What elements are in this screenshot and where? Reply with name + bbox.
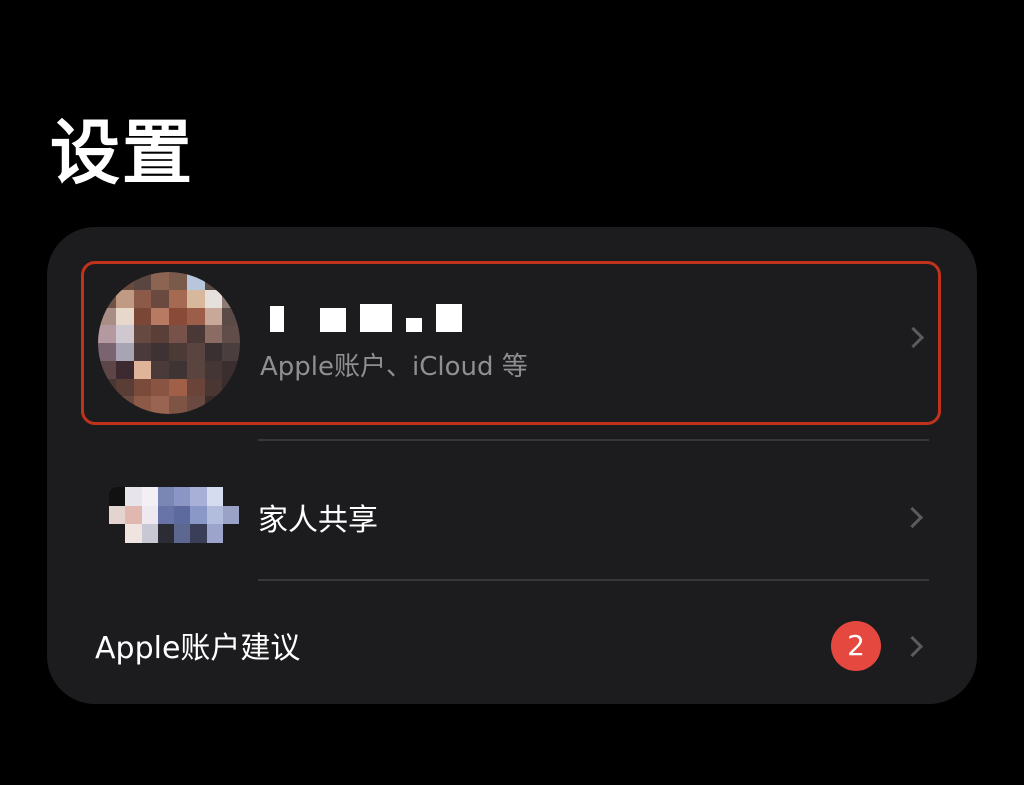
family-sharing-row[interactable]: [47, 443, 977, 581]
chevron-right-icon: [901, 635, 924, 658]
account-row[interactable]: Apple账户、iCloud 等: [81, 261, 941, 425]
family-sharing-label: 家人共享: [258, 503, 378, 538]
account-suggestions-label: Apple账户建议: [95, 631, 301, 666]
notification-badge: 2: [831, 621, 881, 671]
avatar: [98, 272, 240, 414]
page-title: 设置: [50, 112, 194, 194]
account-subtitle: Apple账户、iCloud 等: [260, 352, 528, 382]
settings-screen: 设置 Apple账户、iCloud 等 家人共享 Apple账户建议 2: [0, 0, 1024, 785]
chevron-right-icon: [901, 506, 924, 529]
divider: [258, 439, 929, 441]
account-name-redacted: [270, 304, 462, 332]
account-group: Apple账户、iCloud 等 家人共享 Apple账户建议 2: [47, 227, 977, 704]
divider: [258, 579, 929, 581]
chevron-right-icon: [902, 326, 925, 349]
family-photos-icon: [109, 487, 239, 543]
